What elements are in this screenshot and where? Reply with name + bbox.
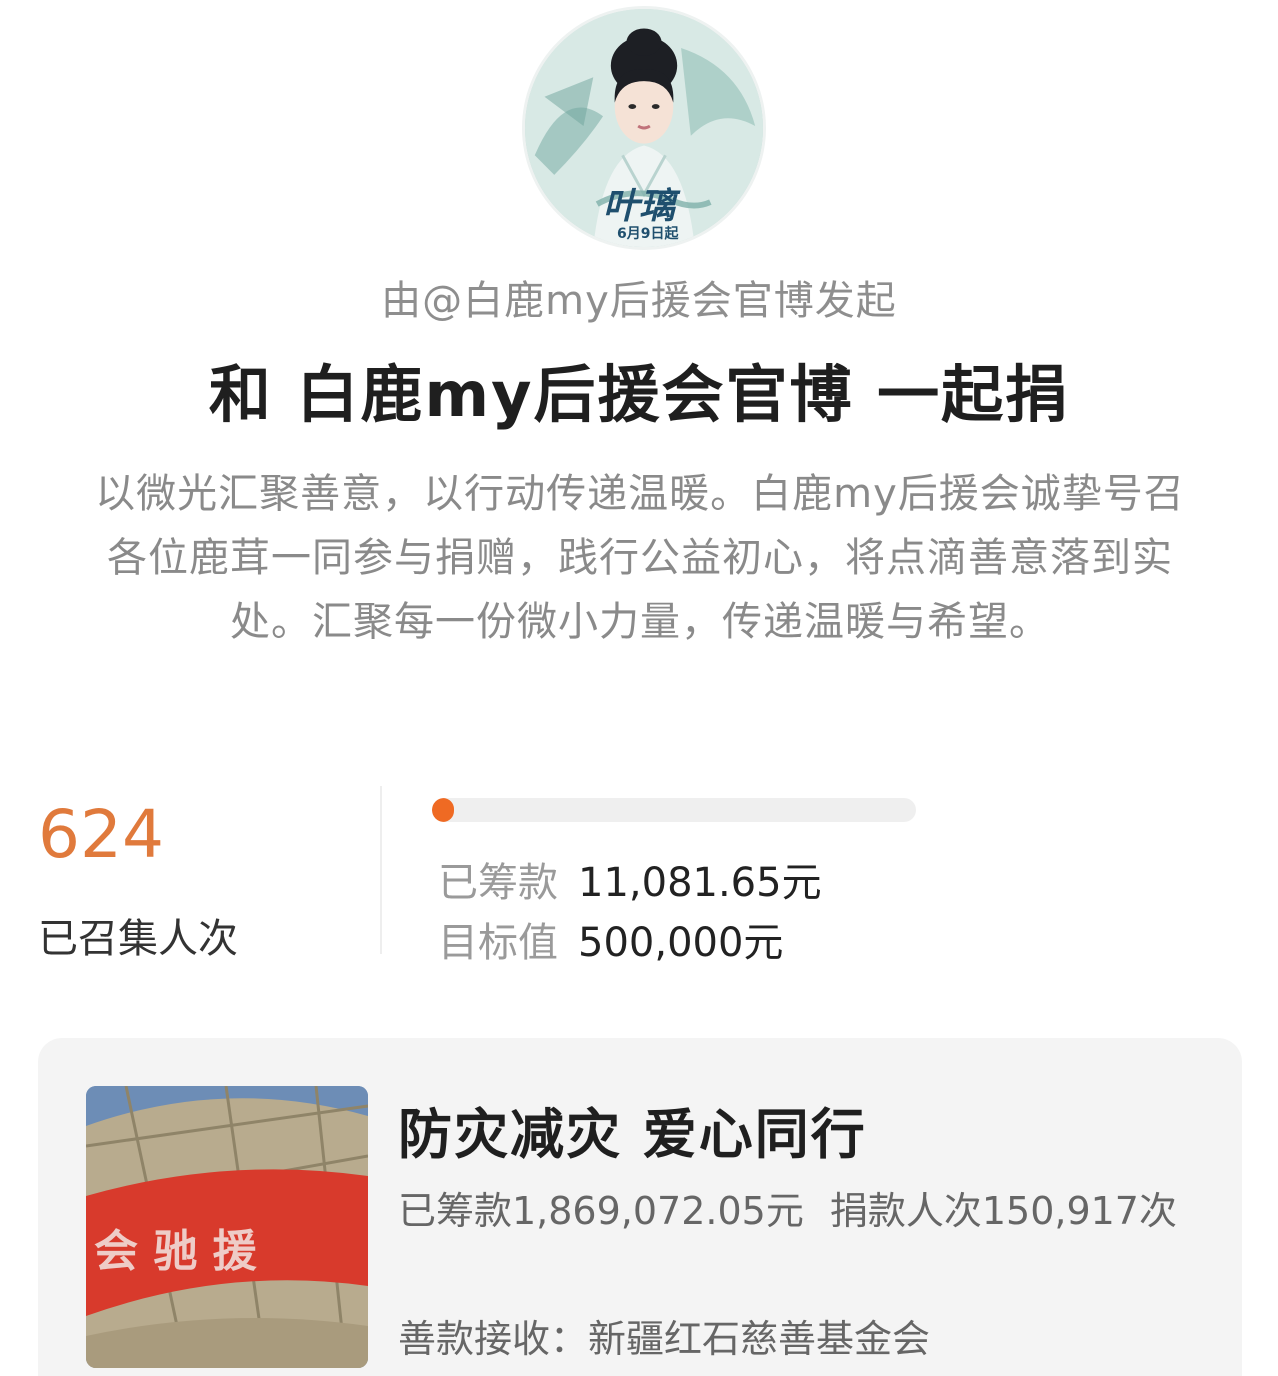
campaign-initiator[interactable]: 由@白鹿my后援会官博发起 <box>0 268 1278 326</box>
project-recipient: 善款接收：新疆红石慈善基金会 <box>398 1317 931 1361</box>
participant-count: 624 <box>38 796 164 873</box>
campaign-description: 以微光汇聚善意，以行动传递温暖。白鹿my后援会诚挚号召各位鹿茸一同参与捐赠，践行… <box>95 471 1185 645</box>
project-card[interactable]: 会 驰 援 防灾减灾 爱心同行 已筹款1,869,072.05元 捐款人次150,… <box>38 1038 1242 1376</box>
project-donors: 捐款人次150,917次 <box>829 1189 1177 1233</box>
project-raised: 已筹款1,869,072.05元 <box>398 1189 804 1233</box>
fundraising-progress-bar <box>432 798 916 822</box>
target-amount-row: 目标值 500,000元 <box>438 910 783 968</box>
campaign-title: 和 白鹿my后援会官博 一起捐 <box>208 358 1070 431</box>
raised-amount-row: 已筹款 11,081.65元 <box>438 850 822 908</box>
fundraising-progress-fill <box>432 798 454 822</box>
initiator-avatar[interactable]: 叶璃 6月9日起 <box>522 6 766 250</box>
target-label: 目标值 <box>438 920 558 966</box>
relief-cargo-photo-icon: 会 驰 援 <box>86 1086 368 1368</box>
target-value: 500,000元 <box>578 920 784 966</box>
raised-label: 已筹款 <box>438 860 558 906</box>
participant-count-label: 已召集人次 <box>38 916 238 962</box>
poster-title: 叶璃 <box>603 185 676 227</box>
poster-date: 6月9日起 <box>617 226 679 242</box>
project-stats: 已筹款1,869,072.05元 捐款人次150,917次 <box>398 1186 1188 1236</box>
project-title: 防灾减灾 爱心同行 <box>398 1103 867 1166</box>
raised-value: 11,081.65元 <box>578 860 822 906</box>
project-thumbnail: 会 驰 援 <box>86 1086 368 1368</box>
svg-text:会 驰 援: 会 驰 援 <box>94 1226 258 1277</box>
stats-divider <box>380 786 382 954</box>
